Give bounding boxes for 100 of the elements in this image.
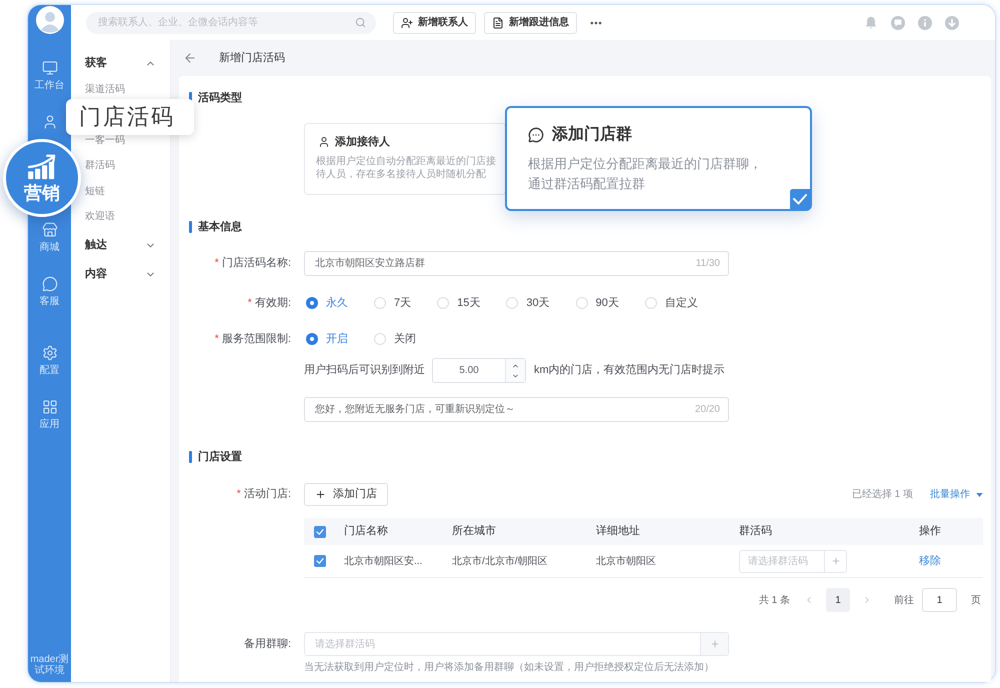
menu-item[interactable]: 渠道活码	[85, 84, 125, 96]
hint-text: 当无法获取到用户定位时，用户将添加备用群聊（如未设置，用户拒绝授权定位后无法添加）	[304, 661, 715, 675]
radio-button[interactable]	[576, 297, 588, 309]
chevron-down-icon[interactable]	[511, 372, 520, 380]
plus-icon[interactable]	[830, 556, 840, 566]
check-icon	[316, 528, 324, 534]
radio-button[interactable]	[374, 333, 386, 345]
search-icon	[355, 17, 366, 28]
table-cell: 北京市朝阳区安...	[344, 556, 422, 566]
radio-button[interactable]	[374, 297, 386, 309]
download-icon[interactable]	[945, 16, 959, 30]
column-header: 群活码	[739, 525, 772, 538]
required-mark: *	[214, 332, 219, 347]
radio-button[interactable]	[644, 297, 657, 309]
field-text: 用户扫码后可识别到附近	[304, 362, 425, 378]
required-mark: *	[214, 256, 219, 272]
radio-label[interactable]: 15天	[457, 294, 480, 312]
page-suffix: 页	[971, 594, 981, 608]
grid-icon	[42, 399, 58, 415]
field-label: 备用群聊:	[244, 636, 291, 652]
radio-button[interactable]	[306, 333, 318, 345]
remove-link[interactable]: 移除	[919, 552, 941, 570]
page-title: 新增门店活码	[219, 50, 285, 66]
info-icon[interactable]	[918, 16, 932, 30]
menu-group[interactable]: 内容	[71, 261, 170, 288]
check-icon	[316, 558, 324, 564]
required-mark: *	[236, 487, 241, 502]
avatar[interactable]	[36, 6, 64, 34]
option-card[interactable]: 添加接待人 根据用户定位自动分配距离最近的门店接待人员，存在多名接待人员时随机分配	[304, 122, 506, 194]
table-cell: 北京市/北京市/朝阳区	[452, 556, 548, 566]
chat-bubble-icon	[42, 276, 58, 292]
radio-button[interactable]	[506, 297, 518, 309]
radio-label[interactable]: 开启	[326, 330, 348, 348]
section-title: 活码类型	[198, 90, 242, 106]
field-label: 服务范围限制:	[222, 332, 291, 347]
selection-count: 已经选择 1 项	[852, 488, 913, 502]
checkbox[interactable]	[314, 526, 326, 538]
bar-chart-icon	[27, 154, 57, 180]
goto-label: 前往	[894, 594, 914, 608]
text-field[interactable]: 您好，您附近无服务门店，可重新识别定位～ 20/20	[304, 397, 729, 422]
radio-label[interactable]: 永久	[326, 294, 348, 312]
back-arrow-icon[interactable]	[183, 51, 197, 65]
bell-icon[interactable]	[864, 16, 878, 30]
sidebar-item[interactable]: 营销	[3, 139, 81, 217]
menu-item[interactable]: 一客一码	[85, 134, 125, 147]
menu-item[interactable]: 欢迎语	[85, 211, 115, 224]
radio-label[interactable]: 自定义	[664, 294, 698, 312]
document-icon	[492, 16, 504, 28]
column-header: 门店名称	[344, 525, 388, 538]
batch-action-dropdown[interactable]: 批量操作	[930, 487, 983, 502]
field-label: 有效期:	[254, 296, 291, 311]
text-field[interactable]: 北京市朝阳区安立路店群 11/30	[304, 251, 729, 276]
chevron-up-icon[interactable]	[511, 362, 520, 370]
table-cell: 北京市朝阳区	[596, 556, 656, 566]
menu-item[interactable]: 群活码	[85, 160, 115, 172]
option-card[interactable]: 添加门店群 根据用户定位分配距离最近的门店群聊，通过群活码配置拉群	[505, 106, 812, 211]
radio-button[interactable]	[437, 297, 450, 309]
accent-bar-icon	[189, 451, 192, 463]
radio-label[interactable]: 30天	[526, 294, 550, 312]
column-header: 操作	[919, 525, 941, 538]
required-mark: *	[248, 296, 252, 311]
section-title: 基本信息	[198, 220, 242, 235]
page-button[interactable]: 1	[826, 588, 850, 612]
radio-button[interactable]	[306, 297, 318, 309]
plus-icon	[315, 489, 326, 500]
card-title: 添加接待人	[335, 134, 390, 148]
pagination-total: 共 1 条	[758, 594, 790, 608]
chat-bubble-icon	[528, 127, 544, 143]
toolbar-button[interactable]: 新增跟进信息	[484, 12, 577, 34]
menu-item[interactable]: 门店活码	[66, 98, 194, 134]
radio-label[interactable]: 90天	[596, 294, 619, 312]
monitor-icon	[42, 60, 58, 76]
menu-item[interactable]: 短链	[85, 186, 105, 198]
character-count: 20/20	[694, 403, 720, 417]
person-icon	[318, 136, 330, 148]
radio-label[interactable]: 7天	[394, 294, 412, 312]
add-person-icon	[401, 16, 413, 28]
checkbox[interactable]	[314, 555, 326, 567]
menu-group[interactable]: 获客	[71, 50, 170, 77]
field-text: km内的门店，有效范围内无门店时提示	[534, 362, 725, 378]
card-title: 添加门店群	[552, 125, 632, 145]
radio-label[interactable]: 关闭	[394, 330, 416, 348]
plus-icon[interactable]	[710, 639, 720, 649]
toolbar-button[interactable]: 新增联系人	[393, 12, 476, 34]
accent-bar-icon	[189, 221, 192, 233]
chat-icon[interactable]	[891, 16, 905, 30]
field-label: 门店活码名称:	[222, 256, 291, 272]
store-icon	[42, 222, 58, 238]
add-store-button[interactable]: 添加门店	[304, 483, 388, 506]
page-input[interactable]: 1	[922, 588, 957, 612]
menu-group[interactable]: 触达	[71, 232, 170, 259]
caret-icon	[976, 492, 983, 496]
card-description: 根据用户定位分配距离最近的门店群聊，通过群活码配置拉群	[528, 155, 763, 193]
environment-label: mader测试环境	[29, 654, 70, 676]
check-icon	[790, 189, 810, 209]
section-title: 门店设置	[198, 450, 242, 465]
character-count: 11/30	[696, 257, 720, 271]
settings-icon	[42, 345, 58, 361]
number-field[interactable]: 5.00	[432, 358, 526, 383]
column-header: 所在城市	[452, 525, 496, 538]
